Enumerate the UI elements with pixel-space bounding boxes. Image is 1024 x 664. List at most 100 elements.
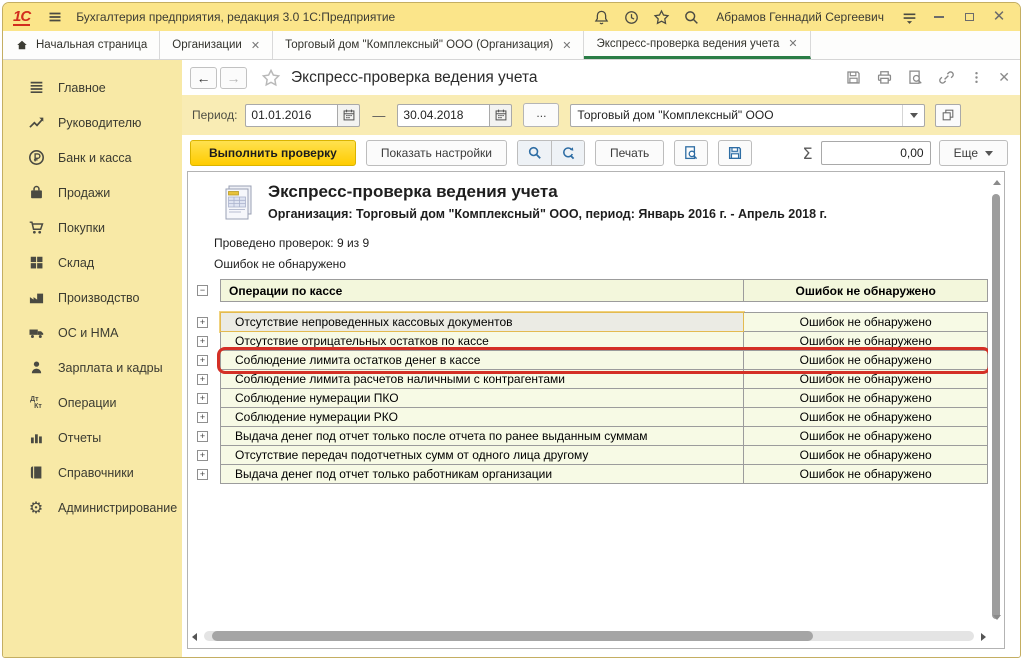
- check-row[interactable]: +Отсутствие отрицательных остатков по ка…: [196, 332, 988, 351]
- save-report-icon[interactable]: [718, 140, 752, 166]
- expand-icon[interactable]: +: [197, 317, 208, 328]
- tab-2[interactable]: Торговый дом "Комплексный" ООО (Организа…: [273, 31, 584, 59]
- sidebar-item-5[interactable]: Склад: [3, 245, 182, 280]
- period-to-input[interactable]: [397, 104, 489, 127]
- sidebar-item-2[interactable]: Банк и касса: [3, 140, 182, 175]
- check-row[interactable]: + Отсутствие непроведенных кассовых докум…: [196, 312, 988, 332]
- expand-icon[interactable]: +: [197, 355, 208, 366]
- sidebar-item-4[interactable]: Покупки: [3, 210, 182, 245]
- horizontal-scroll-thumb[interactable]: [212, 631, 813, 641]
- print-icon[interactable]: [876, 69, 893, 86]
- expand-icon[interactable]: +: [197, 469, 208, 480]
- expand-icon[interactable]: +: [197, 412, 208, 423]
- link-icon[interactable]: [938, 69, 955, 86]
- tab-3[interactable]: Экспресс-проверка ведения учета✕: [584, 31, 810, 59]
- group-status-cell[interactable]: Ошибок не обнаружено: [744, 279, 988, 302]
- service-menu-icon[interactable]: [898, 6, 920, 28]
- tab-1[interactable]: Организации✕: [160, 31, 273, 59]
- calendar-icon[interactable]: [489, 104, 512, 127]
- horizontal-scroll-track[interactable]: [204, 631, 974, 641]
- show-settings-button[interactable]: Показать настройки: [366, 140, 507, 166]
- tab-close-icon[interactable]: ✕: [251, 39, 260, 52]
- check-status-cell[interactable]: Ошибок не обнаружено: [744, 312, 988, 332]
- check-name-cell[interactable]: Соблюдение лимита расчетов наличными с к…: [220, 370, 744, 389]
- expand-icon[interactable]: +: [197, 450, 208, 461]
- close-icon[interactable]: ✕: [988, 6, 1010, 28]
- check-name-cell[interactable]: Выдача денег под отчет только работникам…: [220, 465, 744, 484]
- run-check-button[interactable]: Выполнить проверку: [190, 140, 356, 166]
- sidebar-item-12[interactable]: ⚙Администрирование: [3, 490, 182, 525]
- organization-combo[interactable]: Торговый дом "Комплексный" ООО: [570, 104, 925, 127]
- check-name-cell[interactable]: Отсутствие непроведенных кассовых докуме…: [220, 312, 744, 332]
- tab-close-icon[interactable]: ✕: [562, 39, 571, 52]
- check-name-cell[interactable]: Соблюдение лимита остатков денег в кассе: [220, 351, 744, 370]
- sidebar-item-11[interactable]: Справочники: [3, 455, 182, 490]
- check-row[interactable]: + Выдача денег под отчет только после отч…: [196, 427, 988, 446]
- check-status-cell[interactable]: Ошибок не обнаружено: [744, 408, 988, 427]
- check-row[interactable]: + Соблюдение нумерации РКООшибок не обнар…: [196, 408, 988, 427]
- vertical-scroll-thumb[interactable]: [992, 194, 1000, 619]
- scroll-left-icon[interactable]: [192, 633, 197, 641]
- scroll-up-icon[interactable]: [993, 180, 1001, 185]
- sidebar-item-8[interactable]: Зарплата и кадры: [3, 350, 182, 385]
- check-row[interactable]: + Соблюдение лимита расчетов наличными с …: [196, 370, 988, 389]
- check-status-cell[interactable]: Ошибок не обнаружено: [744, 389, 988, 408]
- main-menu-icon[interactable]: [44, 6, 66, 28]
- scroll-right-icon[interactable]: [981, 633, 986, 641]
- more-button[interactable]: Еще: [939, 140, 1008, 166]
- check-name-cell[interactable]: Выдача денег под отчет только после отче…: [220, 427, 744, 446]
- expand-icon[interactable]: +: [197, 431, 208, 442]
- check-name-cell[interactable]: Соблюдение нумерации ПКО: [220, 389, 744, 408]
- find-next-icon[interactable]: [551, 141, 584, 165]
- check-row[interactable]: + Соблюдение лимита остатков денег в касс…: [196, 351, 988, 370]
- close-form-icon[interactable]: ✕: [998, 69, 1010, 86]
- vertical-scrollbar[interactable]: [990, 176, 1002, 622]
- group-header-cell[interactable]: Операции по кассе: [220, 279, 744, 302]
- sidebar-item-3[interactable]: Продажи: [3, 175, 182, 210]
- collapse-icon[interactable]: −: [197, 285, 208, 296]
- check-row[interactable]: + Отсутствие передач подотчетных сумм от …: [196, 446, 988, 465]
- history-icon[interactable]: [620, 6, 642, 28]
- calendar-icon[interactable]: [337, 104, 360, 127]
- sidebar-item-10[interactable]: Отчеты: [3, 420, 182, 455]
- find-icon[interactable]: [518, 141, 551, 165]
- favorite-star-icon[interactable]: [261, 68, 281, 88]
- check-status-cell[interactable]: Ошибок не обнаружено: [744, 370, 988, 389]
- print-preview-icon[interactable]: [674, 140, 708, 166]
- preview-icon[interactable]: [907, 69, 924, 86]
- search-icon[interactable]: [680, 6, 702, 28]
- check-row[interactable]: + Выдача денег под отчет только работника…: [196, 465, 988, 484]
- check-status-cell[interactable]: Ошибок не обнаружено: [744, 465, 988, 484]
- tab-close-icon[interactable]: ✕: [788, 37, 797, 50]
- sidebar-item-6[interactable]: Производство: [3, 280, 182, 315]
- save-icon[interactable]: [845, 69, 862, 86]
- check-status-cell[interactable]: Ошибок не обнаружено: [744, 351, 988, 370]
- period-from-input[interactable]: [245, 104, 337, 127]
- check-status-cell[interactable]: Ошибок не обнаружено: [744, 332, 988, 351]
- maximize-icon[interactable]: [958, 6, 980, 28]
- dropdown-icon[interactable]: [902, 105, 924, 126]
- more-kebab-icon[interactable]: [969, 69, 984, 86]
- sidebar-item-1[interactable]: Руководителю: [3, 105, 182, 140]
- favorites-star-icon[interactable]: [650, 6, 672, 28]
- check-row[interactable]: +Соблюдение нумерации ПКООшибок не обнар…: [196, 389, 988, 408]
- expand-icon[interactable]: +: [197, 374, 208, 385]
- forward-button[interactable]: →: [220, 67, 247, 89]
- check-name-cell[interactable]: Отсутствие отрицательных остатков по кас…: [220, 332, 744, 351]
- print-report-button[interactable]: Печать: [595, 140, 664, 166]
- sidebar-item-9[interactable]: ДтКтОперации: [3, 385, 182, 420]
- open-organization-icon[interactable]: [935, 104, 961, 127]
- check-name-cell[interactable]: Отсутствие передач подотчетных сумм от о…: [220, 446, 744, 465]
- check-status-cell[interactable]: Ошибок не обнаружено: [744, 427, 988, 446]
- current-user[interactable]: Абрамов Геннадий Сергеевич: [716, 10, 884, 24]
- sidebar-item-7[interactable]: ОС и НМА: [3, 315, 182, 350]
- check-status-cell[interactable]: Ошибок не обнаружено: [744, 446, 988, 465]
- notifications-bell-icon[interactable]: [590, 6, 612, 28]
- table-group-row[interactable]: − Операции по кассе Ошибок не обнаружено: [196, 279, 988, 302]
- tab-home[interactable]: Начальная страница: [3, 31, 160, 59]
- check-name-cell[interactable]: Соблюдение нумерации РКО: [220, 408, 744, 427]
- sum-input[interactable]: [821, 141, 931, 165]
- period-choose-button[interactable]: ...: [523, 103, 559, 127]
- sidebar-item-0[interactable]: Главное: [3, 70, 182, 105]
- back-button[interactable]: ←: [190, 67, 217, 89]
